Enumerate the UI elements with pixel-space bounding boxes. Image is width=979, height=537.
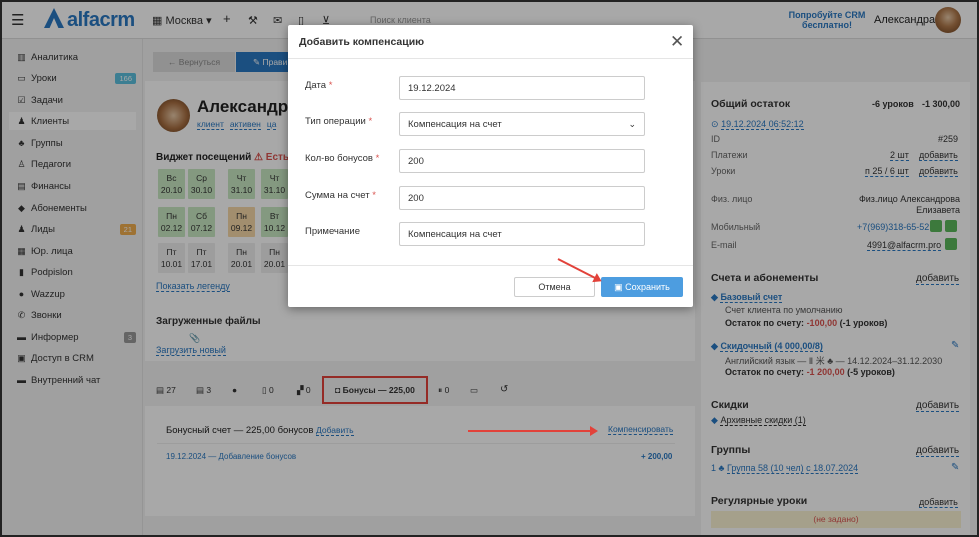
required-marker: * [375, 153, 380, 164]
save-icon: ▣ [614, 282, 623, 292]
bonus-count-field[interactable]: 200 [399, 149, 645, 173]
divider [288, 58, 693, 59]
note-label: Примечание [305, 226, 360, 237]
date-label: Дата * [305, 80, 332, 91]
cancel-button[interactable]: Отмена [514, 277, 595, 297]
operation-type-label-text: Тип операции [305, 116, 366, 127]
date-label-text: Дата [305, 80, 327, 91]
chevron-down-icon: ⌄ [628, 118, 636, 129]
required-marker: * [328, 80, 333, 91]
amount-label: Сумма на счет * [305, 190, 376, 201]
save-label: Сохранить [625, 282, 670, 292]
required-marker: * [368, 116, 373, 127]
app-frame: ☰ alfacrm ▦ Москва ▾ + ⚒ ✉ ▯ ⊻ Поиск кли… [0, 0, 979, 537]
bonus-count-label-text: Кол-во бонусов [305, 153, 373, 164]
bonus-count-label: Кол-во бонусов * [305, 153, 379, 164]
required-marker: * [372, 190, 376, 201]
date-field[interactable]: 19.12.2024 [399, 76, 645, 100]
operation-type-select[interactable]: Компенсация на счет ⌄ [399, 112, 645, 136]
divider [288, 265, 693, 266]
close-icon[interactable]: ✕ [670, 32, 684, 52]
note-field[interactable]: Компенсация на счет [399, 222, 645, 246]
save-button[interactable]: ▣ Сохранить [601, 277, 683, 297]
amount-field[interactable]: 200 [399, 186, 645, 210]
annotation-arrow [468, 426, 598, 436]
amount-label-text: Сумма на счет [305, 190, 370, 201]
operation-type-value: Компенсация на счет [408, 118, 502, 130]
operation-type-label: Тип операции * [305, 116, 372, 127]
compensation-modal: Добавить компенсацию ✕ Дата * 19.12.2024… [288, 25, 693, 307]
modal-title: Добавить компенсацию [299, 36, 425, 48]
